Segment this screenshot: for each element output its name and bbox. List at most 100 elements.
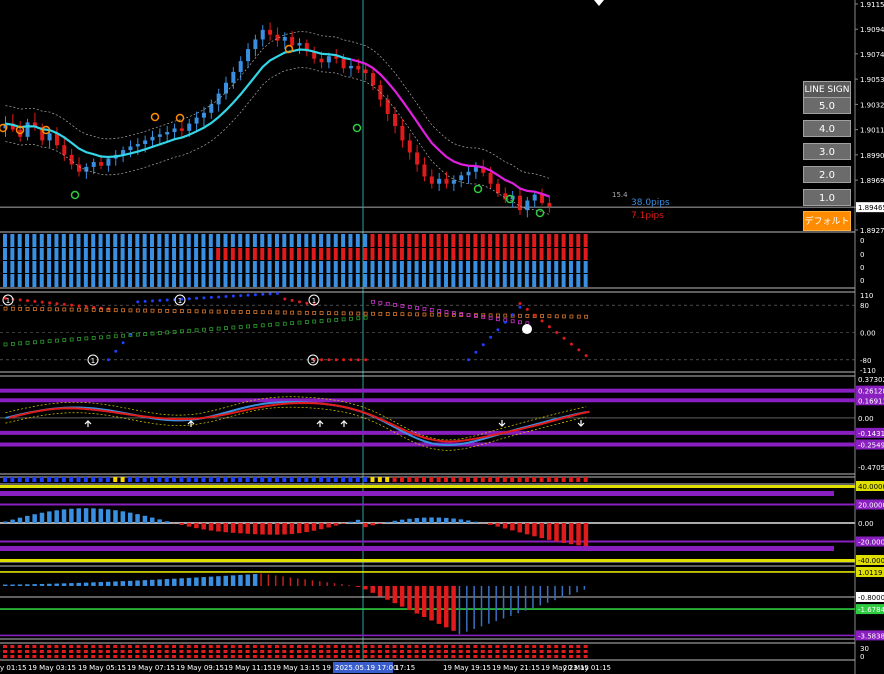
strip-bar	[120, 248, 125, 260]
osc1-green-dot	[209, 327, 214, 332]
line-sign-2-button[interactable]: 2.0	[803, 166, 851, 183]
strip-bar	[76, 261, 81, 273]
osc5-dot	[421, 645, 426, 648]
osc5-dot	[25, 645, 30, 648]
osc5-dot	[186, 655, 191, 658]
strip-bar	[17, 261, 22, 273]
strip-bar	[488, 248, 493, 260]
osc1-red-dot	[70, 303, 74, 307]
osc5-dot	[488, 645, 493, 648]
osc5-dot	[3, 655, 7, 658]
strip-axis-label: 0	[860, 264, 864, 272]
line-sign-5-button[interactable]: 5.0	[803, 97, 851, 114]
osc1-green-dot	[18, 341, 23, 346]
osc1-green-dot	[319, 319, 324, 323]
strip-bar	[568, 248, 573, 260]
osc5-dot	[326, 650, 331, 653]
candle-body	[253, 39, 258, 50]
strip-bar	[363, 274, 368, 287]
strip-bar	[216, 248, 221, 260]
strip-bar	[216, 274, 221, 287]
osc1-orange-dot	[540, 314, 544, 319]
osc3-histogram-bar	[91, 508, 96, 523]
osc5-dot	[127, 655, 132, 658]
osc3-histogram-bar	[216, 523, 221, 532]
osc1-orange-dot	[172, 309, 177, 313]
osc5-dot	[32, 650, 37, 653]
strip-bar	[223, 261, 228, 273]
osc4-histogram-bar	[297, 578, 299, 586]
strip-bar	[69, 261, 74, 273]
candle-body	[363, 69, 368, 74]
osc5-dot	[385, 645, 390, 648]
osc1-magenta-dot	[422, 307, 427, 311]
strip-bar	[407, 261, 412, 273]
osc1-blue-dot	[187, 297, 191, 301]
default-button[interactable]: デフォルト	[803, 211, 851, 231]
osc5-dot	[436, 645, 441, 648]
strip-bar	[385, 234, 390, 247]
osc4-tick-label: -0.8000	[858, 594, 884, 602]
price-tick-label: 1.90320	[860, 101, 884, 109]
state-square	[194, 477, 199, 482]
candle-body	[393, 113, 398, 127]
line-sign-1-button[interactable]: 1.0	[803, 189, 851, 206]
candle-body	[532, 194, 537, 201]
state-square	[201, 477, 206, 482]
osc5-dot	[120, 645, 125, 648]
strip-bar	[392, 248, 397, 260]
state-square	[127, 477, 132, 482]
osc5-dot	[142, 655, 147, 658]
chart-canvas[interactable]: 1.91155 1.90945 1.90740 1.90530 1.90320 1.901…	[0, 0, 884, 674]
osc1-red-dot	[290, 298, 294, 302]
osc3-histogram-bar	[576, 523, 581, 546]
strip-bar	[135, 234, 140, 247]
strip-bar	[370, 234, 375, 247]
osc1-blue-dot	[275, 291, 279, 295]
strip-bar	[333, 274, 338, 287]
strip-bar	[69, 274, 74, 287]
osc1-green-dot	[99, 335, 103, 340]
osc1-red-dot	[356, 358, 360, 362]
osc5-dot	[370, 655, 375, 658]
osc3-histogram-bar	[208, 523, 214, 531]
osc1-red-dot	[18, 298, 22, 302]
strip-bar	[304, 274, 309, 287]
osc4-histogram-bar	[186, 577, 192, 586]
state-square	[495, 477, 500, 482]
strip-bar	[208, 234, 213, 247]
osc4-histogram-bar	[179, 578, 184, 586]
osc5-dot	[429, 650, 434, 653]
strip-bar	[421, 274, 426, 287]
state-square	[466, 477, 471, 482]
strip-bar	[98, 234, 103, 247]
osc4-histogram-bar	[385, 585, 390, 600]
strip-bar	[539, 274, 544, 287]
state-square	[252, 477, 257, 482]
strip-bar	[458, 274, 463, 287]
osc1-red-dot	[547, 325, 551, 329]
osc5-dot	[546, 645, 551, 648]
osc1-orange-dot	[407, 312, 412, 317]
osc3-histogram-bar	[502, 523, 508, 529]
strip-bar	[341, 274, 346, 287]
osc1-magenta-dot	[385, 301, 390, 306]
osc5-dot	[480, 655, 485, 658]
line-sign-3-button[interactable]: 3.0	[803, 143, 851, 160]
osc4-histogram-bar	[480, 585, 483, 627]
strip-bar	[194, 274, 199, 287]
state-square	[150, 477, 154, 482]
osc5-dot	[583, 645, 588, 648]
osc4-histogram-bar	[451, 585, 456, 631]
osc5-dot	[532, 655, 537, 658]
osc5-dot	[186, 650, 191, 653]
osc1-green-dot	[33, 340, 37, 345]
signal-number-label: 5	[311, 357, 315, 365]
strip-bar	[274, 234, 279, 247]
osc3-histogram-bar	[230, 523, 236, 533]
osc5-dot	[297, 650, 301, 653]
osc1-green-dot	[275, 322, 280, 327]
line-sign-4-button[interactable]: 4.0	[803, 120, 851, 137]
osc5-dot	[532, 650, 537, 653]
osc1-green-dot	[312, 319, 317, 324]
